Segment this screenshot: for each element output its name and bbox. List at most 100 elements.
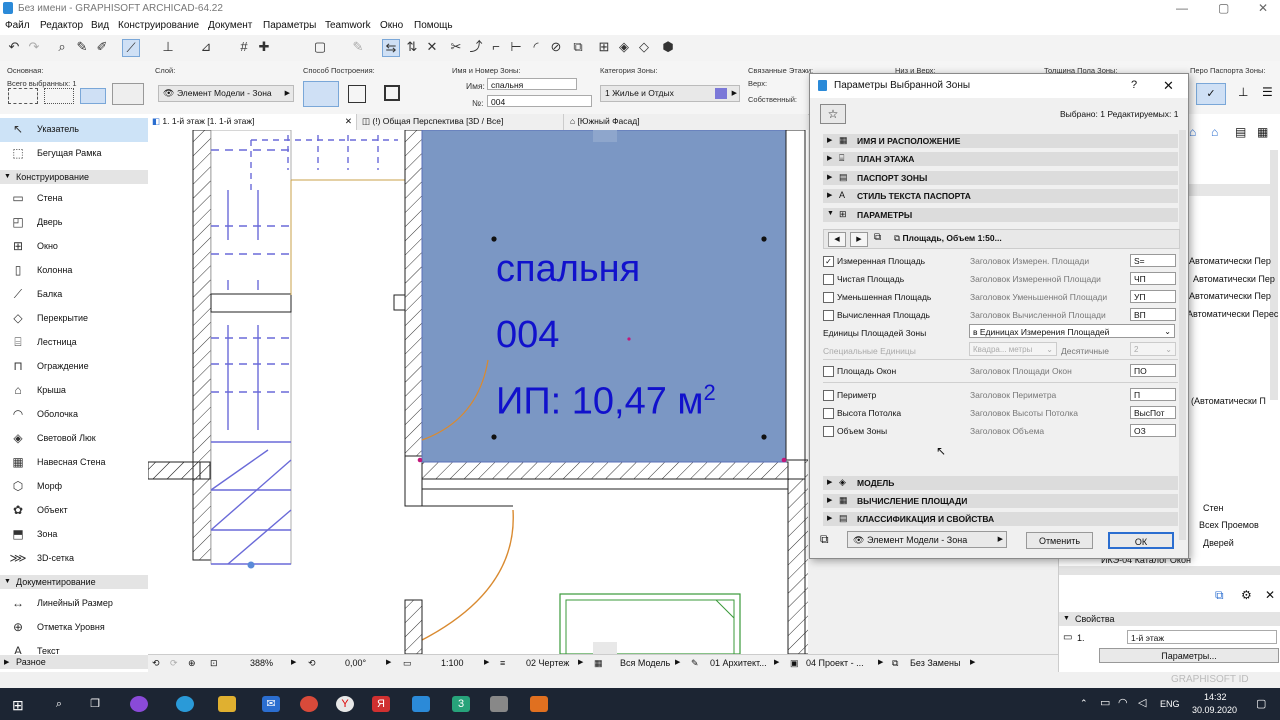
- snap-guides-icon[interactable]: ⊥: [160, 39, 176, 55]
- trace-icon[interactable]: ⇆: [382, 39, 400, 57]
- tool-text[interactable]: A Текст: [0, 640, 148, 654]
- app-3-icon[interactable]: 3: [452, 696, 470, 712]
- properties-button[interactable]: Параметры...: [1099, 648, 1279, 663]
- navigator-item[interactable]: Дверей: [1203, 538, 1234, 548]
- navigator-item[interactable]: Стен: [1203, 503, 1224, 513]
- pen-check-icon[interactable]: ✓: [1196, 83, 1226, 105]
- measured-area-header-input[interactable]: S=: [1130, 254, 1176, 267]
- pen-line-icon[interactable]: ⊥: [1238, 85, 1248, 99]
- grid-snap-icon[interactable]: ⊿: [198, 39, 214, 55]
- zone-stamp[interactable]: спальня 004 ИП: 10,47 м2: [496, 248, 776, 428]
- checkbox-measured-area[interactable]: ✓: [823, 256, 834, 267]
- dialog-close-button[interactable]: ✕: [1163, 78, 1174, 94]
- grid-icon[interactable]: #: [236, 39, 252, 55]
- delete-icon[interactable]: ✕: [1265, 588, 1275, 602]
- group-icon[interactable]: ⧉: [570, 39, 586, 55]
- window-area-header-input[interactable]: ПО: [1130, 364, 1176, 377]
- clock-date[interactable]: 30.09.2020: [1192, 705, 1237, 715]
- volume-icon[interactable]: ◁: [1138, 696, 1146, 709]
- zone-number-input[interactable]: 004: [487, 95, 592, 107]
- layer-combo-value[interactable]: 02 Чертеж: [526, 658, 569, 668]
- menu-teamwork[interactable]: Teamwork: [325, 20, 371, 31]
- zone-geometry-polygon-icon[interactable]: [303, 81, 339, 107]
- explode-icon[interactable]: ⊘: [548, 39, 564, 55]
- guide-line-icon[interactable]: ⟋: [122, 39, 140, 57]
- calculated-area-header-input[interactable]: ВП: [1130, 308, 1176, 321]
- checkbox-window-area[interactable]: [823, 366, 834, 377]
- perimeter-header-input[interactable]: П: [1130, 388, 1176, 401]
- checkbox-reduced-area[interactable]: [823, 292, 834, 303]
- checkbox-net-area[interactable]: [823, 274, 834, 285]
- panel-stamp-text-style[interactable]: ▶ A СТИЛЬ ТЕКСТА ПАСПОРТА: [823, 189, 1178, 203]
- properties-section[interactable]: ▼ Свойства: [1059, 612, 1280, 626]
- panel-area-calculation[interactable]: ▶ ▦ ВЫЧИСЛЕНИЕ ПЛОЩАДИ: [823, 494, 1178, 508]
- pen-menu-icon[interactable]: ☰: [1262, 85, 1273, 99]
- cursor-snap-icon[interactable]: ✚: [256, 39, 272, 55]
- section-documentation[interactable]: ▼ Документирование: [0, 575, 148, 589]
- tool-curtain-wall[interactable]: ▦ Навесная Стена: [0, 451, 148, 475]
- hscrollbar[interactable]: [1059, 566, 1280, 575]
- panel-name-position[interactable]: ▶ ▦ ИМЯ И РАСПОЛОЖЕНИЕ: [823, 134, 1178, 148]
- yandex-browser-icon[interactable]: Y: [336, 696, 354, 712]
- edge-icon[interactable]: [176, 696, 194, 712]
- tool-marquee[interactable]: ⬚ Бегущая Рамка: [0, 142, 148, 166]
- menu-help[interactable]: Помощь: [414, 20, 453, 31]
- zoom-value[interactable]: 388%: [250, 658, 273, 668]
- tool-object[interactable]: ✿ Объект: [0, 499, 148, 523]
- model-view-value[interactable]: Вся Модель: [620, 658, 670, 668]
- menu-edit[interactable]: Редактор: [40, 20, 83, 31]
- selection-icon[interactable]: [8, 88, 38, 104]
- tab-3d[interactable]: ◫ (!) Общая Перспектива [3D / Все]: [358, 114, 564, 130]
- override-icon[interactable]: ▣: [790, 658, 799, 669]
- adjust-icon[interactable]: ⤴: [468, 39, 484, 55]
- zoom-in-icon[interactable]: ⊕: [188, 658, 196, 669]
- network-icon[interactable]: ▭: [1100, 696, 1110, 709]
- dialog-scrollbar[interactable]: [1179, 130, 1186, 540]
- tool-skylight[interactable]: ◈ Световой Люк: [0, 427, 148, 451]
- renovation-icon[interactable]: ⧉: [892, 658, 898, 669]
- tool-zone[interactable]: ⬒ Зона: [0, 523, 148, 547]
- mail-icon[interactable]: ✉: [262, 696, 280, 712]
- chrome-icon[interactable]: [300, 696, 318, 712]
- selected-row[interactable]: [1187, 184, 1270, 196]
- orientation-icon[interactable]: ⟲: [308, 658, 316, 669]
- storey-name-field[interactable]: 1-й этаж: [1127, 630, 1277, 644]
- undo-zoom-icon[interactable]: ⟲: [152, 658, 160, 669]
- redo-icon[interactable]: ↷: [26, 39, 42, 55]
- maximize-button[interactable]: ▢: [1218, 1, 1229, 15]
- tool-wall[interactable]: ▭ Стена: [0, 187, 148, 211]
- renovation-value[interactable]: Без Замены: [910, 658, 960, 668]
- task-view-icon[interactable]: ❐: [86, 696, 104, 712]
- navigator-item[interactable]: (Автоматически П: [1191, 396, 1266, 406]
- ceiling-height-header-input[interactable]: ВысПот: [1130, 406, 1176, 419]
- panel-classification[interactable]: ▶ ▤ КЛАССИФИКАЦИЯ И СВОЙСТВА: [823, 512, 1178, 526]
- navigator-item[interactable]: Автоматически Пер: [1189, 291, 1271, 301]
- checkbox-perimeter[interactable]: [823, 390, 834, 401]
- navigator-item[interactable]: Автоматически Пер: [1193, 274, 1275, 284]
- model-view-icon[interactable]: ⊞: [596, 39, 612, 55]
- tab-south-elevation[interactable]: ⌂ [Южный Фасад]: [566, 114, 716, 130]
- navigator-item[interactable]: Автоматически Перес: [1187, 309, 1278, 319]
- tool-shell[interactable]: ◠ Оболочка: [0, 403, 148, 427]
- menu-document[interactable]: Документ: [208, 20, 252, 31]
- tool-window[interactable]: ⊞ Окно: [0, 235, 148, 259]
- net-area-header-input[interactable]: ЧП: [1130, 272, 1176, 285]
- panel-model[interactable]: ▶ ◈ МОДЕЛЬ: [823, 476, 1178, 490]
- notifications-icon[interactable]: ▢: [1256, 697, 1266, 710]
- tray-up-icon[interactable]: ⌃: [1080, 698, 1088, 709]
- split-icon[interactable]: ✂: [448, 39, 464, 55]
- cancel-button[interactable]: Отменить: [1026, 532, 1093, 549]
- zone-geometry-rect-icon[interactable]: [348, 85, 366, 103]
- navigator-view-icon[interactable]: ⌂: [1211, 125, 1218, 139]
- menu-file[interactable]: Файл: [5, 20, 30, 31]
- app-circle-icon[interactable]: [130, 696, 148, 712]
- navigator-home-icon[interactable]: ⌂: [1189, 125, 1196, 139]
- tool-railing[interactable]: ⊓ Ограждение: [0, 355, 148, 379]
- minimize-button[interactable]: —: [1176, 1, 1188, 15]
- dialog-help-button[interactable]: ?: [1131, 79, 1137, 91]
- reference-icon[interactable]: ⇅: [404, 39, 420, 55]
- close-icon[interactable]: ✕: [345, 114, 352, 129]
- folder-icon[interactable]: [218, 696, 236, 712]
- zone-name-input[interactable]: спальня: [487, 78, 577, 90]
- tool-beam[interactable]: ⟋ Балка: [0, 283, 148, 307]
